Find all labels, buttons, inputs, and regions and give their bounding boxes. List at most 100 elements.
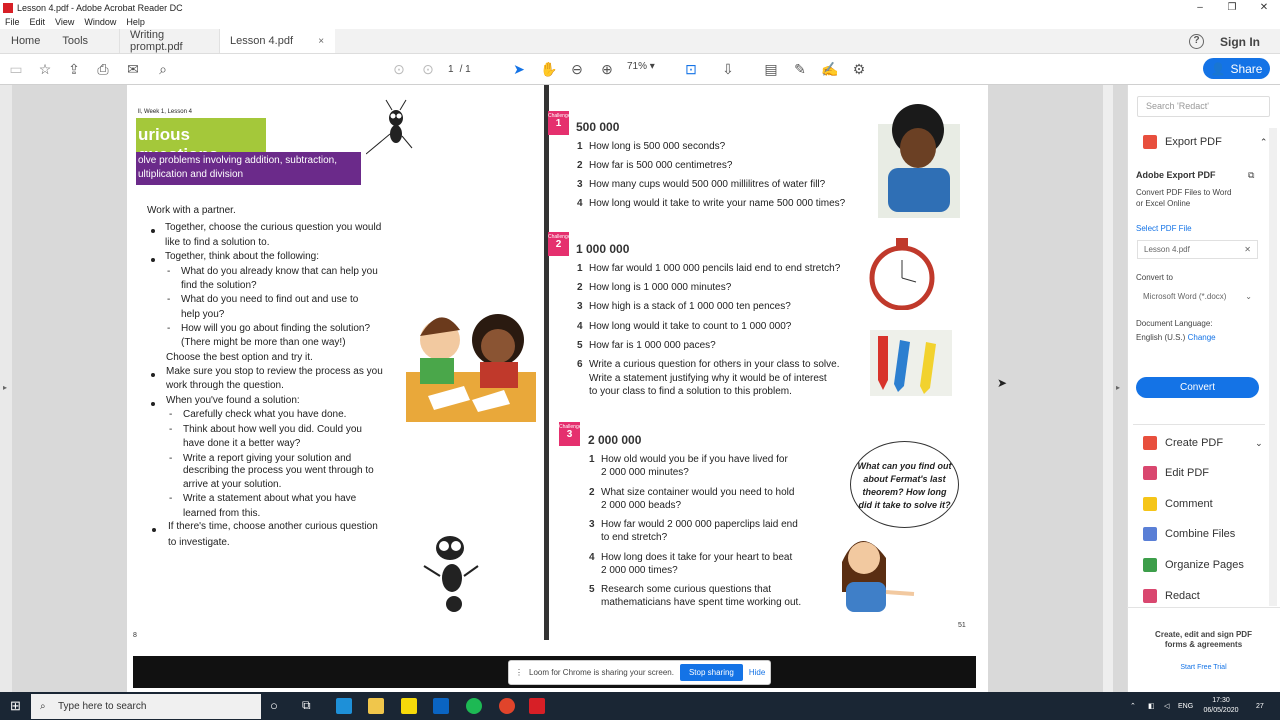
tab-home[interactable]: Home bbox=[0, 29, 51, 53]
chrome-icon[interactable] bbox=[499, 698, 515, 714]
document-scrollbar[interactable] bbox=[1103, 85, 1113, 692]
task-view-icon[interactable]: ⧉ bbox=[302, 698, 311, 713]
spotify-icon[interactable] bbox=[466, 698, 482, 714]
convert-desc-2: or Excel Online bbox=[1136, 199, 1191, 208]
organize-pages-item[interactable]: Organize Pages bbox=[1143, 558, 1244, 572]
change-language-link[interactable]: Change bbox=[1188, 333, 1216, 342]
print-icon[interactable]: ⎙ bbox=[95, 61, 111, 77]
objective-line-2: ultiplication and division bbox=[138, 169, 244, 180]
expand-left-pane-icon[interactable]: ▸ bbox=[3, 383, 7, 392]
maximize-button[interactable]: ❐ bbox=[1216, 0, 1248, 15]
search-zoom-icon[interactable]: ⌕ bbox=[155, 61, 171, 77]
sticky-notes-icon[interactable] bbox=[401, 698, 417, 714]
tab-writing-prompt[interactable]: Writing prompt.pdf bbox=[119, 29, 219, 53]
menu-help[interactable]: Help bbox=[126, 17, 145, 27]
comment-item[interactable]: Comment bbox=[1143, 497, 1213, 511]
zoom-out-icon[interactable]: ⊖ bbox=[569, 61, 585, 77]
menu-bar: File Edit View Window Help bbox=[0, 15, 1280, 29]
zoom-dropdown[interactable]: 71% ▾ bbox=[627, 61, 669, 72]
sign-in-link[interactable]: Sign In bbox=[1220, 35, 1260, 49]
acrobat-taskbar-icon[interactable] bbox=[529, 698, 545, 714]
share-button[interactable]: 👤 Share bbox=[1203, 58, 1270, 79]
edge-icon[interactable] bbox=[336, 698, 352, 714]
line: Make sure you stop to review the process… bbox=[166, 366, 383, 377]
help-icon[interactable]: ? bbox=[1189, 34, 1204, 49]
comment-icon[interactable]: ▤ bbox=[763, 61, 779, 77]
stop-sharing-button[interactable]: Stop sharing bbox=[679, 664, 743, 681]
tools-scrollbar[interactable] bbox=[1269, 128, 1277, 606]
minimize-button[interactable]: – bbox=[1184, 0, 1216, 15]
menu-view[interactable]: View bbox=[55, 17, 74, 27]
free-trial-link[interactable]: Start Free Trial bbox=[1127, 664, 1280, 671]
title-bar: Lesson 4.pdf - Adobe Acrobat Reader DC –… bbox=[0, 0, 1280, 15]
tray-chevron-icon[interactable]: ⌃ bbox=[1130, 702, 1136, 712]
zoom-in-icon[interactable]: ⊕ bbox=[599, 61, 615, 77]
combine-files-item[interactable]: Combine Files bbox=[1143, 527, 1235, 541]
drag-handle-icon[interactable]: ⋮ bbox=[515, 668, 523, 677]
convert-button[interactable]: Convert bbox=[1136, 377, 1259, 398]
question-number: 4 bbox=[577, 198, 583, 209]
redact-item[interactable]: Redact bbox=[1143, 589, 1200, 603]
volume-icon[interactable]: ◁ bbox=[1164, 702, 1169, 712]
select-pdf-link[interactable]: Select PDF File bbox=[1136, 224, 1192, 233]
create-pdf-item[interactable]: Create PDF ⌄ bbox=[1143, 436, 1263, 450]
tab-lesson-4[interactable]: Lesson 4.pdf × bbox=[219, 29, 336, 53]
language-indicator[interactable]: ENG bbox=[1178, 702, 1193, 712]
menu-file[interactable]: File bbox=[5, 17, 20, 27]
children-illustration bbox=[406, 314, 536, 422]
network-icon[interactable]: ◧ bbox=[1148, 702, 1155, 712]
bookmark-star-icon[interactable]: ☆ bbox=[37, 61, 53, 77]
chevron-up-icon[interactable]: ⌃ bbox=[1260, 137, 1268, 148]
clock[interactable]: 17:30 06/05/2020 bbox=[1196, 696, 1246, 716]
question-number: 2 bbox=[577, 282, 583, 293]
tools-search-input[interactable]: Search 'Redact' bbox=[1137, 96, 1270, 117]
hide-button[interactable]: Hide bbox=[749, 668, 765, 677]
close-tab-icon[interactable]: × bbox=[318, 36, 324, 47]
windows-start-icon[interactable]: ⊞ bbox=[10, 698, 21, 714]
cortana-icon[interactable]: ○ bbox=[270, 698, 278, 713]
email-icon[interactable]: ✉ bbox=[125, 61, 141, 77]
export-pdf-icon bbox=[1143, 135, 1157, 149]
divider bbox=[1127, 607, 1280, 608]
toolbar: ▭ ☆ ⇪ ⎙ ✉ ⌕ ⊙ ⊙ 1 / 1 ➤ ✋ ⊖ ⊕ 71% ▾ ⊡ ⇩ … bbox=[0, 54, 1280, 85]
prev-page-icon[interactable]: ⊙ bbox=[391, 61, 407, 77]
scroll-mode-icon[interactable]: ⇩ bbox=[720, 61, 736, 77]
collapse-right-pane-icon[interactable]: ▸ bbox=[1116, 383, 1120, 392]
page-fit-icon[interactable]: ⊡ bbox=[683, 61, 699, 77]
page-indicator[interactable]: 1 / 1 bbox=[448, 61, 488, 77]
tab-tools[interactable]: Tools bbox=[51, 29, 99, 53]
edit-pdf-item[interactable]: Edit PDF bbox=[1143, 466, 1209, 480]
selected-file-field[interactable]: Lesson 4.pdf ✕ bbox=[1137, 240, 1258, 259]
outlook-icon[interactable] bbox=[433, 698, 449, 714]
clear-file-icon[interactable]: ✕ bbox=[1244, 245, 1251, 254]
girl-illustration bbox=[842, 540, 915, 612]
question-number: 1 bbox=[589, 454, 595, 465]
taskbar-search-input[interactable]: ⌕ Type here to search bbox=[31, 694, 261, 719]
chevron-down-icon[interactable]: ⌄ bbox=[1255, 438, 1263, 449]
notifications-icon[interactable]: 27 bbox=[1256, 702, 1264, 712]
tool-label: Comment bbox=[1165, 498, 1213, 510]
close-window-button[interactable]: ✕ bbox=[1248, 0, 1280, 15]
menu-window[interactable]: Window bbox=[84, 17, 116, 27]
question: How long is 1 000 000 minutes? bbox=[589, 282, 732, 293]
copy-icon[interactable]: ⧉ bbox=[1248, 170, 1254, 181]
file-explorer-icon[interactable] bbox=[368, 698, 384, 714]
challenge-heading: 1 000 000 bbox=[576, 242, 630, 256]
format-select[interactable]: Microsoft Word (*.docx) ⌄ bbox=[1137, 288, 1258, 307]
question: to your class to find a solution to this… bbox=[589, 386, 792, 397]
date: 06/05/2020 bbox=[1203, 707, 1239, 714]
sign-icon[interactable]: ✍ bbox=[821, 61, 838, 77]
doc-language-label: Document Language: bbox=[1136, 319, 1213, 328]
menu-edit[interactable]: Edit bbox=[30, 17, 46, 27]
upload-cloud-icon[interactable]: ⇪ bbox=[66, 61, 82, 77]
next-page-icon[interactable]: ⊙ bbox=[420, 61, 436, 77]
highlight-pen-icon[interactable]: ✎ bbox=[792, 61, 808, 77]
more-tools-icon[interactable]: ⚙ bbox=[851, 61, 867, 77]
export-pdf-header[interactable]: Export PDF ⌃ bbox=[1143, 135, 1267, 149]
hand-tool-icon[interactable]: ✋ bbox=[540, 61, 557, 77]
page-current[interactable]: 1 bbox=[448, 64, 454, 75]
save-icon[interactable]: ▭ bbox=[8, 61, 24, 77]
question-number: 2 bbox=[589, 487, 595, 498]
select-cursor-icon[interactable]: ➤ bbox=[511, 61, 527, 77]
question-number: 4 bbox=[577, 321, 583, 332]
